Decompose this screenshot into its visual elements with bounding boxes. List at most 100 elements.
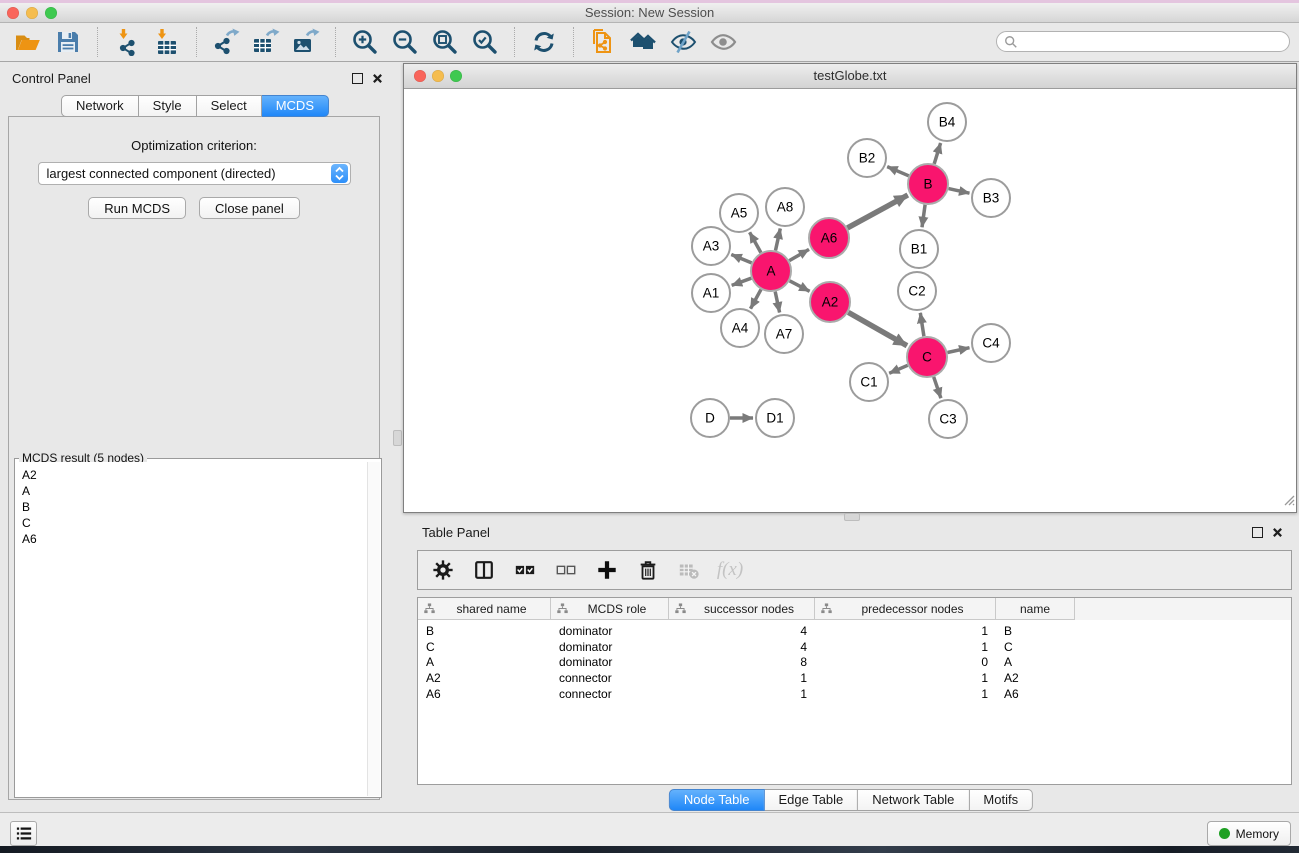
tab-style[interactable]: Style	[139, 95, 197, 117]
cell-shared-name[interactable]: A2	[418, 671, 551, 685]
edge-B-B1[interactable]	[922, 205, 925, 227]
home-button[interactable]	[627, 25, 659, 59]
cell-name[interactable]: A	[996, 655, 1075, 669]
mcds-result-item[interactable]: A6	[22, 531, 367, 547]
table-row[interactable]: Bdominator41B	[418, 623, 1291, 639]
column-header-name[interactable]: name	[996, 598, 1075, 620]
tab-edge-table[interactable]: Edge Table	[764, 789, 858, 811]
refresh-button[interactable]	[528, 25, 560, 59]
memory-button[interactable]: Memory	[1207, 821, 1291, 846]
close-panel-icon[interactable]	[372, 73, 383, 84]
close-table-panel-icon[interactable]	[1272, 527, 1283, 538]
add-column-button[interactable]	[594, 557, 620, 583]
edge-A-A8[interactable]	[776, 229, 781, 251]
cell-predecessor-nodes[interactable]: 1	[815, 624, 996, 638]
mcds-result-item[interactable]: A	[22, 483, 367, 499]
cell-name[interactable]: A6	[996, 687, 1075, 701]
edge-C-C4[interactable]	[948, 348, 970, 353]
edge-A-A6[interactable]	[789, 249, 809, 260]
edge-A2-C[interactable]	[848, 312, 907, 345]
export-network-button[interactable]	[210, 25, 242, 59]
cell-successor-nodes[interactable]: 1	[669, 687, 815, 701]
result-scrollbar[interactable]	[367, 462, 380, 796]
zoom-out-button[interactable]	[389, 25, 421, 59]
cell-predecessor-nodes[interactable]: 1	[815, 640, 996, 654]
column-header-mcds-role[interactable]: MCDS role	[551, 598, 669, 620]
edge-A-A5[interactable]	[750, 232, 761, 252]
table-row[interactable]: A2connector11A2	[418, 670, 1291, 686]
edge-A-A4[interactable]	[751, 289, 762, 308]
node-D[interactable]: D	[691, 399, 729, 437]
zoom-selected-button[interactable]	[469, 25, 501, 59]
tab-node-table[interactable]: Node Table	[669, 789, 765, 811]
node-A7[interactable]: A7	[765, 315, 803, 353]
cell-predecessor-nodes[interactable]: 1	[815, 671, 996, 685]
import-table-button[interactable]	[151, 25, 183, 59]
search-box[interactable]	[996, 31, 1290, 52]
minimize-window-button[interactable]	[26, 7, 38, 19]
run-mcds-button[interactable]: Run MCDS	[88, 197, 186, 219]
edge-B-B2[interactable]	[887, 167, 909, 176]
cell-name[interactable]: A2	[996, 671, 1075, 685]
node-A5[interactable]: A5	[720, 194, 758, 232]
cell-mcds-role[interactable]: connector	[551, 671, 669, 685]
close-panel-button[interactable]: Close panel	[199, 197, 300, 219]
mcds-result-item[interactable]: C	[22, 515, 367, 531]
edge-C-C1[interactable]	[889, 365, 908, 373]
mcds-result-item[interactable]: B	[22, 499, 367, 515]
cell-name[interactable]: B	[996, 624, 1075, 638]
tab-motifs[interactable]: Motifs	[969, 789, 1033, 811]
cell-name[interactable]: C	[996, 640, 1075, 654]
table-row[interactable]: A6connector11A6	[418, 686, 1291, 702]
table-row[interactable]: Adominator80A	[418, 655, 1291, 671]
zoom-in-button[interactable]	[349, 25, 381, 59]
node-D1[interactable]: D1	[756, 399, 794, 437]
node-C3[interactable]: C3	[929, 400, 967, 438]
network-canvas[interactable]: B4 B2 B B3 A5 A8 A6 A3 B1 A A1 C2 A2 A4 …	[404, 89, 1296, 512]
cell-successor-nodes[interactable]: 4	[669, 624, 815, 638]
maximize-window-button[interactable]	[45, 7, 57, 19]
network-document-button[interactable]	[587, 25, 619, 59]
node-B1[interactable]: B1	[900, 230, 938, 268]
node-A4[interactable]: A4	[721, 309, 759, 347]
import-network-button[interactable]	[111, 25, 143, 59]
float-table-panel-icon[interactable]	[1252, 527, 1263, 538]
close-window-button[interactable]	[7, 7, 19, 19]
edge-C-C2[interactable]	[920, 313, 924, 336]
column-header-shared-name[interactable]: shared name	[418, 598, 551, 620]
node-A6[interactable]: A6	[809, 218, 849, 258]
export-table-button[interactable]	[250, 25, 282, 59]
cell-successor-nodes[interactable]: 4	[669, 640, 815, 654]
save-session-button[interactable]	[52, 25, 84, 59]
table-settings-button[interactable]	[430, 557, 456, 583]
criterion-select[interactable]: largest connected component (directed)	[38, 162, 351, 185]
cell-shared-name[interactable]: B	[418, 624, 551, 638]
node-A2[interactable]: A2	[810, 282, 850, 322]
select-all-button[interactable]	[512, 557, 538, 583]
window-resize-grip[interactable]	[1281, 492, 1295, 511]
node-A3[interactable]: A3	[692, 227, 730, 265]
open-session-button[interactable]	[12, 25, 44, 59]
mcds-result-item[interactable]: A2	[22, 467, 367, 483]
vertical-splitter-handle[interactable]	[393, 430, 402, 446]
network-minimize-button[interactable]	[432, 70, 444, 82]
node-C2[interactable]: C2	[898, 272, 936, 310]
export-image-button[interactable]	[290, 25, 322, 59]
cell-mcds-role[interactable]: dominator	[551, 655, 669, 669]
node-C1[interactable]: C1	[850, 363, 888, 401]
node-A8[interactable]: A8	[766, 188, 804, 226]
cell-shared-name[interactable]: C	[418, 640, 551, 654]
tab-mcds[interactable]: MCDS	[262, 95, 329, 117]
edge-B-B3[interactable]	[949, 189, 970, 194]
cell-shared-name[interactable]: A	[418, 655, 551, 669]
edge-B-B4[interactable]	[934, 143, 940, 164]
cell-predecessor-nodes[interactable]: 0	[815, 655, 996, 669]
node-B[interactable]: B	[908, 164, 948, 204]
table-columns-button[interactable]	[471, 557, 497, 583]
network-close-button[interactable]	[414, 70, 426, 82]
column-header-predecessor-nodes[interactable]: predecessor nodes	[815, 598, 996, 620]
tab-select[interactable]: Select	[197, 95, 262, 117]
edge-C-C3[interactable]	[934, 377, 941, 398]
cell-shared-name[interactable]: A6	[418, 687, 551, 701]
tab-network[interactable]: Network	[61, 95, 139, 117]
